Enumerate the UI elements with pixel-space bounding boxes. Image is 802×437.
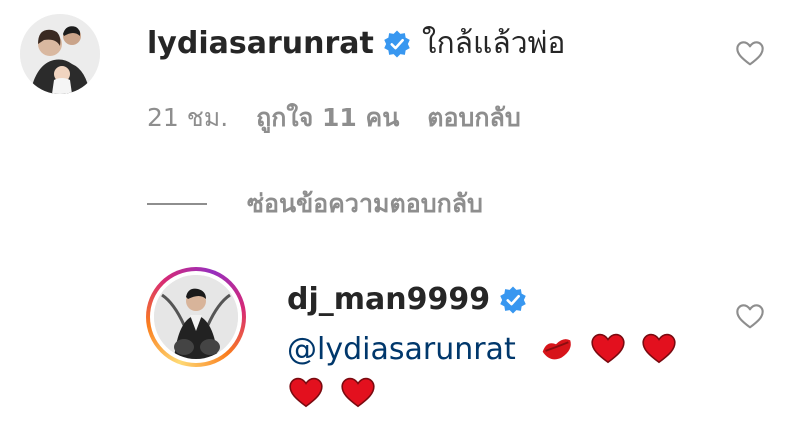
reply-username[interactable]: dj_man9999 bbox=[287, 282, 490, 317]
red-heart-icon bbox=[589, 329, 627, 367]
reply-button[interactable]: ตอบกลับ bbox=[427, 98, 520, 138]
comment-text: ใกล้แล้วพ่อ bbox=[421, 26, 566, 61]
comment-line: lydiasarunrat ใกล้แล้วพ่อ bbox=[147, 20, 565, 67]
reply-text: @lydiasarunrat bbox=[287, 328, 707, 416]
hide-replies-button[interactable]: ซ่อนข้อความตอบกลับ bbox=[147, 184, 483, 224]
reply-like-heart-icon[interactable] bbox=[734, 300, 766, 332]
story-ring-inner bbox=[150, 271, 242, 363]
avatar-photo bbox=[20, 14, 100, 94]
verified-badge-icon bbox=[498, 285, 528, 315]
hide-replies-label: ซ่อนข้อความตอบกลับ bbox=[247, 189, 483, 218]
reply-user-line: dj_man9999 bbox=[287, 282, 538, 317]
comment-thread: lydiasarunrat ใกล้แล้วพ่อ 21 ชม. ถูกใจ 1… bbox=[0, 0, 802, 437]
comment-username[interactable]: lydiasarunrat bbox=[147, 26, 374, 61]
divider-line bbox=[147, 203, 207, 205]
avatar[interactable] bbox=[20, 14, 100, 94]
story-ring[interactable] bbox=[146, 267, 246, 367]
mention-link[interactable]: @lydiasarunrat bbox=[287, 332, 516, 367]
likes-count-button[interactable]: ถูกใจ 11 คน bbox=[256, 98, 399, 138]
red-heart-icon bbox=[287, 373, 325, 411]
red-heart-icon bbox=[640, 329, 678, 367]
reply-avatar-photo bbox=[154, 275, 238, 359]
comment-timestamp: 21 ชม. bbox=[147, 103, 229, 132]
reply-avatar bbox=[154, 275, 238, 359]
like-heart-icon[interactable] bbox=[734, 37, 766, 69]
red-heart-icon bbox=[339, 373, 377, 411]
comment-meta: 21 ชม. ถูกใจ 11 คน ตอบกลับ bbox=[147, 98, 521, 138]
kiss-mark-icon bbox=[537, 329, 575, 367]
verified-badge-icon bbox=[382, 29, 412, 59]
